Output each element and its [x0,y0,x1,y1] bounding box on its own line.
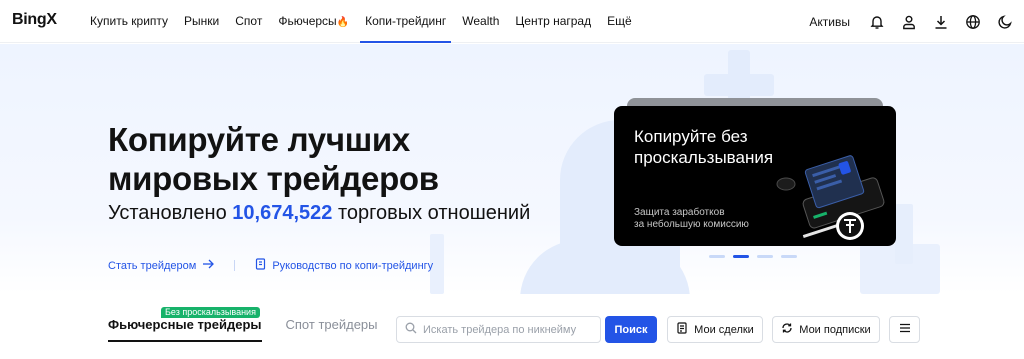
nav-item-spot[interactable]: Спот [227,0,270,43]
hero-title-line: Копируйте лучших [108,121,410,158]
search-input[interactable] [423,323,593,336]
carousel-dot[interactable] [781,255,797,258]
hero-title-line: мировых трейдеров [108,160,439,197]
tab-spot-traders[interactable]: Спот трейдеры [286,310,378,342]
nav-item-label: Купить крипту [90,14,169,28]
banner-title-line: проскальзывания [634,148,774,167]
nav-item-more[interactable]: Ещё [599,0,640,43]
banner-title-line: Копируйте без [634,127,748,146]
banner-carousel-dots [709,255,797,258]
become-trader-link[interactable]: Стать трейдером [108,259,215,272]
decorative-shape [895,204,913,264]
document-icon [676,322,688,337]
arrow-right-icon [202,259,215,272]
my-subscriptions-label: Мои подписки [799,323,871,336]
carousel-dot[interactable] [757,255,773,258]
no-slippage-badge: Без проскальзывания [161,307,260,318]
nav-right-tools: Активы [809,0,1014,43]
subtitle-prefix: Установлено [108,202,227,224]
nav-item-label: Фьючерсы [278,14,337,28]
globe-icon[interactable] [964,13,982,31]
copy-trading-guide-link[interactable]: Руководство по копи-трейдингу [255,258,433,273]
subtitle-suffix: торговых отношений [337,202,531,224]
nav-item-label: Спот [235,14,263,28]
trader-search-box [396,316,601,343]
my-deals-button[interactable]: Мои сделки [667,316,763,343]
decorative-shape [704,74,774,96]
banner-note-line: Защита заработков [634,207,725,218]
download-icon[interactable] [932,13,950,31]
nav-item-label: Рынки [184,14,220,28]
copy-relationships-count: 10,674,522 [232,202,333,224]
sync-icon [781,322,793,337]
user-icon[interactable] [900,13,918,31]
nav-item-rewards-center[interactable]: Центр наград [507,0,599,43]
hero-links: Стать трейдером Руководство по копи-трей… [108,258,433,273]
hero-section: Копируйте лучших мировых трейдеров Устан… [0,44,1024,294]
nav-item-label: Wealth [462,14,500,28]
search-icon [405,321,417,339]
hero-subtitle: Установлено 10,674,522 торговых отношени… [108,202,530,225]
fire-icon: 🔥 [336,17,350,28]
link-divider [234,260,236,271]
nav-item-wealth[interactable]: Wealth [454,0,507,43]
banner-title: Копируйте без проскальзывания [634,126,773,168]
my-subscriptions-button[interactable]: Мои подписки [772,316,880,343]
hero-title: Копируйте лучших мировых трейдеров [108,120,439,198]
nav-item-copy-trading[interactable]: Копи-трейдинг [357,0,454,43]
search-button[interactable]: Поиск [605,316,657,343]
main-nav: Купить крипту Рынки Спот Фьючерсы🔥 Копи-… [82,0,640,43]
bell-icon[interactable] [868,13,886,31]
my-deals-label: Мои сделки [694,323,754,336]
nav-item-label: Центр наград [515,14,592,28]
banner-note: Защита заработков за небольшую комиссию [634,207,749,231]
wallet-shield-illustration [772,150,887,246]
moon-icon[interactable] [996,13,1014,31]
carousel-dot-active[interactable] [733,255,749,258]
carousel-dot[interactable] [709,255,725,258]
become-trader-label: Стать трейдером [108,259,197,272]
promo-banner[interactable]: Копируйте без проскальзывания Защита зар… [614,106,896,246]
nav-item-label: Ещё [607,14,632,28]
assets-link[interactable]: Активы [809,15,850,29]
bingx-logo[interactable]: BingX [12,11,57,29]
nav-item-markets[interactable]: Рынки [176,0,227,43]
nav-item-label: Копи-трейдинг [365,14,447,28]
nav-item-buy-crypto[interactable]: Купить крипту [82,0,176,43]
copy-trading-guide-label: Руководство по копи-трейдингу [272,259,434,272]
menu-button[interactable] [889,316,920,343]
hamburger-icon [899,323,911,336]
banner-note-line: за небольшую комиссию [634,219,749,230]
book-icon [255,258,266,273]
top-navbar: BingX Купить крипту Рынки Спот Фьючерсы🔥… [0,0,1024,43]
nav-item-futures[interactable]: Фьючерсы🔥 [270,0,357,43]
